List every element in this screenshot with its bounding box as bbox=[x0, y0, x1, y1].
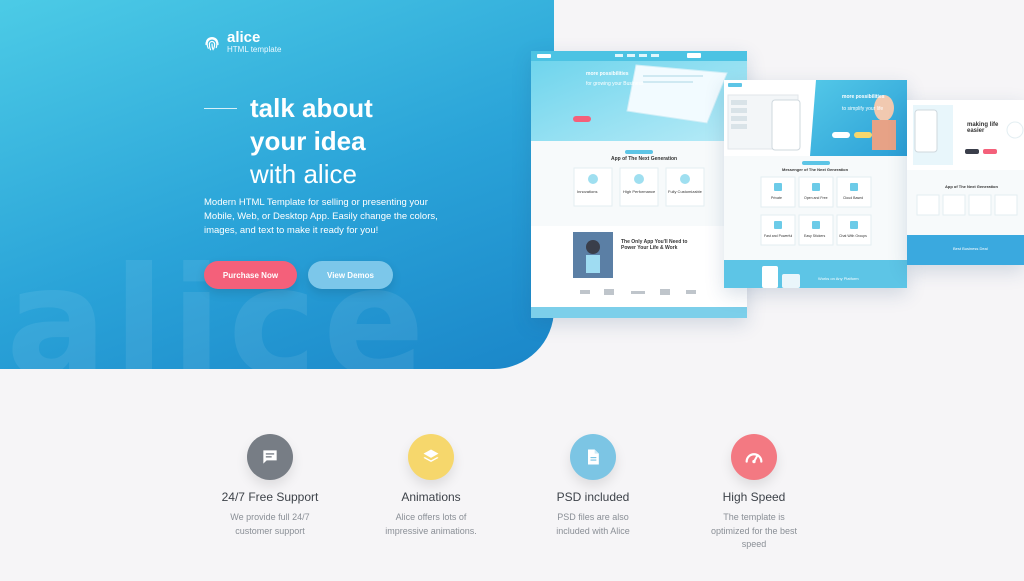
feature-speed-desc-line-3: speed bbox=[741, 539, 767, 549]
feature-speed-title: High Speed bbox=[722, 490, 786, 504]
feature-psd-desc-line-1: PSD files are also bbox=[557, 512, 629, 522]
feature-support-desc-line-2: customer support bbox=[235, 525, 305, 536]
headline-line-1: talk about bbox=[250, 93, 373, 123]
feature-animations-title: Animations bbox=[401, 490, 461, 504]
feature-support-icon-circle bbox=[247, 434, 293, 480]
demo-3-footer-title: Best Business Deal bbox=[953, 246, 988, 251]
purchase-now-button[interactable]: Purchase Now bbox=[204, 261, 297, 289]
demo-3-section-title: App of The Next Generation bbox=[945, 184, 998, 189]
feature-psd-title: PSD included bbox=[556, 490, 630, 504]
feature-speed-desc: The template is optimized for the best s… bbox=[679, 511, 829, 552]
headline-line-2: your idea bbox=[250, 126, 366, 156]
feature-animations-desc: Alice offers lots of impressive animatio… bbox=[356, 511, 506, 538]
headline-line-3: with alice bbox=[250, 159, 357, 189]
feature-support-title: 24/7 Free Support bbox=[221, 490, 319, 504]
view-demos-button[interactable]: View Demos bbox=[308, 261, 393, 289]
hero-accent-line bbox=[204, 108, 237, 109]
demo-2-footer-title: Works on Any Platform bbox=[818, 276, 859, 281]
demo-2-section-title: Messenger of The Next Generation bbox=[782, 167, 849, 172]
feature-psd-icon-circle bbox=[570, 434, 616, 480]
demo-1-section-title: App of The Next Generation bbox=[611, 156, 678, 162]
feature-speed-icon-circle bbox=[731, 434, 777, 480]
feature-animations-desc-line-1: Alice offers lots of bbox=[395, 512, 467, 522]
feature-support-desc: We provide full 24/7 customer support bbox=[195, 511, 345, 538]
demo-1-card-3: Fully Customizable bbox=[668, 189, 702, 194]
logo-subtitle: HTML template bbox=[227, 45, 282, 54]
demo-2-card-1: Private bbox=[771, 196, 782, 200]
feature-psd-desc-line-2: included with Alice bbox=[556, 525, 630, 536]
demo-preview-1[interactable]: more possibilities for growing your Busi… bbox=[531, 51, 747, 318]
hero-headline: talk about your idea with alice bbox=[250, 92, 373, 191]
demo-2-card-3: Cloud Based bbox=[843, 196, 864, 200]
demo-1-card-2: High Performance bbox=[623, 189, 656, 194]
demo-2-card-6: Chat With Groups bbox=[839, 234, 867, 238]
demo-preview-2[interactable]: more possibilities to simplify your life… bbox=[724, 80, 907, 288]
chat-icon bbox=[263, 450, 277, 464]
feature-animations-desc-line-2: impressive animations. bbox=[385, 525, 477, 536]
demo-2-card-2: Open and Free bbox=[804, 196, 828, 200]
feature-speed-desc-line-1: The template is bbox=[723, 512, 785, 522]
feature-psd-desc: PSD files are also included with Alice bbox=[518, 511, 668, 538]
demo-preview-1-graphic bbox=[531, 51, 747, 318]
demo-1-hero-sub: for growing your Business bbox=[586, 81, 644, 87]
demo-2-card-5: Easy Stickers bbox=[804, 234, 826, 238]
feature-support-desc-line-1: We provide full 24/7 bbox=[230, 512, 310, 522]
feature-support: 24/7 Free Support We provide full 24/7 c… bbox=[195, 434, 345, 538]
demo-2-card-4: Fast and Powerful bbox=[764, 234, 793, 238]
hero-description: Modern HTML Template for selling or pres… bbox=[204, 197, 438, 236]
feature-animations-icon-circle bbox=[408, 434, 454, 480]
speedometer-icon bbox=[745, 453, 763, 464]
feature-animations: Animations Alice offers lots of impressi… bbox=[356, 434, 506, 538]
file-icon bbox=[588, 449, 599, 465]
demo-1-hero-title: more possibilities bbox=[586, 71, 629, 77]
logo-name: alice bbox=[227, 29, 261, 46]
demo-1-feature-title: The Only App You'll Need to Power Your L… bbox=[621, 239, 688, 251]
demo-2-hero-sub: to simplify your life bbox=[842, 106, 884, 112]
layers-icon bbox=[423, 449, 439, 462]
feature-speed-desc-line-2: optimized for the best bbox=[710, 525, 798, 536]
hero-section: alice alice HTML template talk about you… bbox=[0, 0, 554, 369]
feature-psd: PSD included PSD files are also included… bbox=[518, 434, 668, 538]
demo-3-hero-title: making life easier bbox=[967, 122, 999, 134]
logo[interactable]: alice HTML template bbox=[203, 29, 282, 55]
feature-speed: High Speed The template is optimized for… bbox=[679, 434, 829, 552]
demo-1-card-1: Innovations bbox=[577, 189, 598, 194]
fingerprint-icon bbox=[205, 37, 219, 51]
demo-2-hero-title: more possibilities bbox=[842, 94, 885, 100]
demo-preview-3[interactable]: making life easier App of The Next Gener… bbox=[907, 100, 1024, 265]
